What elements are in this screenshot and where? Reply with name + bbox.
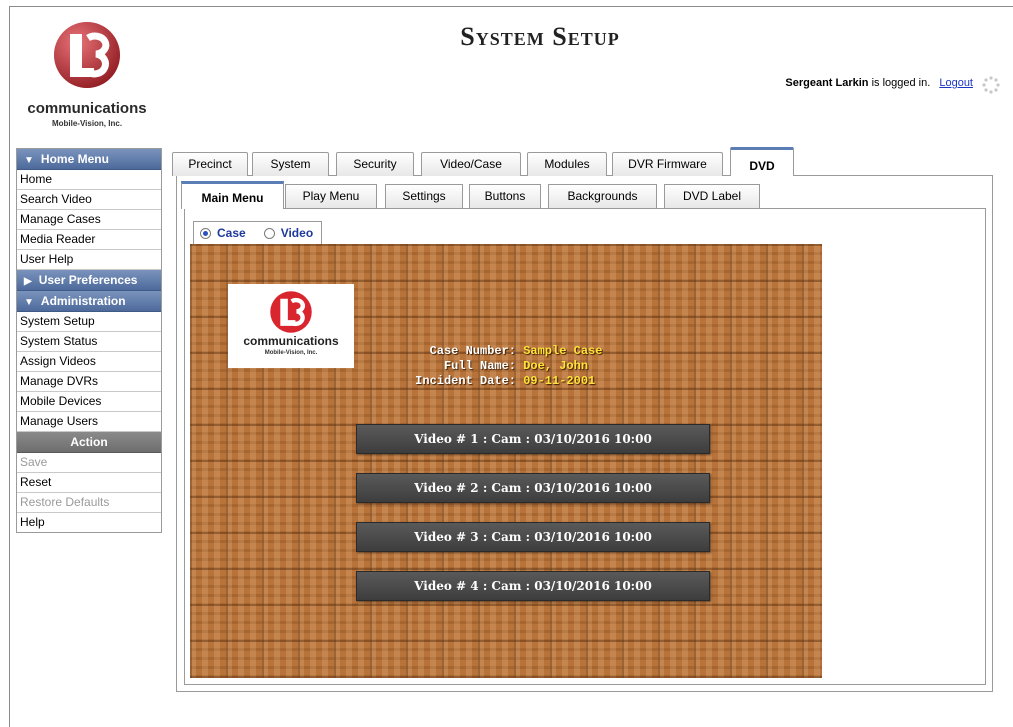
user-preferences-header[interactable]: ▶ User Preferences [17,270,161,291]
login-status: Sergeant Larkin is logged in. Logout [785,77,973,89]
subtab-dvd-label[interactable]: DVD Label [664,184,760,208]
action-help[interactable]: Help [17,513,161,533]
tab-modules[interactable]: Modules [527,152,607,176]
settings-panel: Main Menu Play Menu Settings Buttons Bac… [176,175,993,692]
sidebar-item-system-setup[interactable]: System Setup [17,312,161,332]
logout-link[interactable]: Logout [939,77,973,89]
radio-selected-icon [200,227,211,239]
action-header: Action [17,432,161,453]
video-button-1[interactable]: Video # 1 : Cam : 03/10/2016 10:00 [356,424,710,454]
l3-logo-icon [54,22,120,88]
tab-dvr-firmware[interactable]: DVR Firmware [612,152,723,176]
case-number-row: Case Number: Sample Case [390,344,603,359]
sidebar-item-manage-cases[interactable]: Manage Cases [17,210,161,230]
incident-date-label: Incident Date: [415,374,516,388]
radio-video-label: Video [280,226,314,240]
subtab-backgrounds[interactable]: Backgrounds [548,184,657,208]
expand-right-icon: ▶ [24,276,32,287]
sidebar-item-system-status[interactable]: System Status [17,332,161,352]
sidebar: ▼ Home Menu Home Search Video Manage Case… [16,148,162,533]
administration-header[interactable]: ▼ Administration [17,291,161,312]
case-info: Case Number: Sample Case Full Name: Doe,… [390,344,602,389]
radio-video[interactable]: Video [263,226,314,240]
case-video-selector: Case Video [193,221,323,244]
tab-precinct[interactable]: Precinct [172,152,248,176]
radio-case-label: Case [217,226,246,240]
radio-unselected-icon [263,227,275,239]
case-number-label: Case Number: [429,344,516,358]
sidebar-item-assign-videos[interactable]: Assign Videos [17,352,161,372]
page-title: System Setup [460,22,620,51]
subtab-main-menu[interactable]: Main Menu [181,181,284,209]
action-save[interactable]: Save [17,453,161,473]
incident-date-row: Incident Date: 09-11-2001 [390,374,602,389]
video-button-2[interactable]: Video # 2 : Cam : 03/10/2016 10:00 [356,473,710,503]
sidebar-item-manage-users[interactable]: Manage Users [17,412,161,432]
tab-security[interactable]: Security [336,152,414,176]
expand-down-icon: ▼ [24,297,34,308]
subtab-settings[interactable]: Settings [385,184,463,208]
case-number-value: Sample Case [523,344,603,358]
full-name-value: Doe, John [523,359,589,373]
dvd-menu-preview: communications Mobile-Vision, Inc. Case … [190,244,822,678]
username: Sergeant Larkin [785,77,869,89]
action-restore-defaults[interactable]: Restore Defaults [17,493,161,513]
video-button-4[interactable]: Video # 4 : Cam : 03/10/2016 10:00 [356,571,710,601]
radio-case[interactable]: Case [200,226,246,240]
preview-logo-subtitle: Mobile-Vision, Inc. [264,350,318,356]
preview-logo-wordmark: communications [243,334,339,348]
user-preferences-title: User Preferences [38,273,138,287]
main-menu-panel: Case Video communications Mobile-Vision,… [184,208,986,685]
home-menu-header[interactable]: ▼ Home Menu [17,149,161,170]
logo-subtitle: Mobile-Vision, Inc. [51,119,123,128]
logged-in-text: is logged in. [868,77,931,89]
home-menu-title: Home Menu [40,152,109,166]
tab-dvd[interactable]: DVD [730,147,794,176]
sidebar-item-mobile-devices[interactable]: Mobile Devices [17,392,161,412]
sidebar-item-user-help[interactable]: User Help [17,250,161,270]
sidebar-item-search-video[interactable]: Search Video [17,190,161,210]
sidebar-item-media-reader[interactable]: Media Reader [17,230,161,250]
tab-video-case[interactable]: Video/Case [421,152,521,176]
logo-wordmark: communications [27,100,147,117]
sidebar-item-home[interactable]: Home [17,170,161,190]
subtab-buttons[interactable]: Buttons [469,184,541,208]
sidebar-item-manage-dvrs[interactable]: Manage DVRs [17,372,161,392]
full-name-label: Full Name: [443,359,516,373]
loading-spinner-icon [982,76,1000,94]
administration-title: Administration [40,294,126,308]
action-reset[interactable]: Reset [17,473,161,493]
full-name-row: Full Name: Doe, John [390,359,602,374]
expand-down-icon: ▼ [24,155,34,166]
subtab-play-menu[interactable]: Play Menu [285,184,377,208]
l3-logo-icon [270,291,312,333]
preview-logo: communications Mobile-Vision, Inc. [228,284,354,368]
company-logo: communications Mobile-Vision, Inc. [22,20,152,132]
tab-system[interactable]: System [252,152,329,176]
video-button-3[interactable]: Video # 3 : Cam : 03/10/2016 10:00 [356,522,710,552]
incident-date-value: 09-11-2001 [523,374,596,388]
